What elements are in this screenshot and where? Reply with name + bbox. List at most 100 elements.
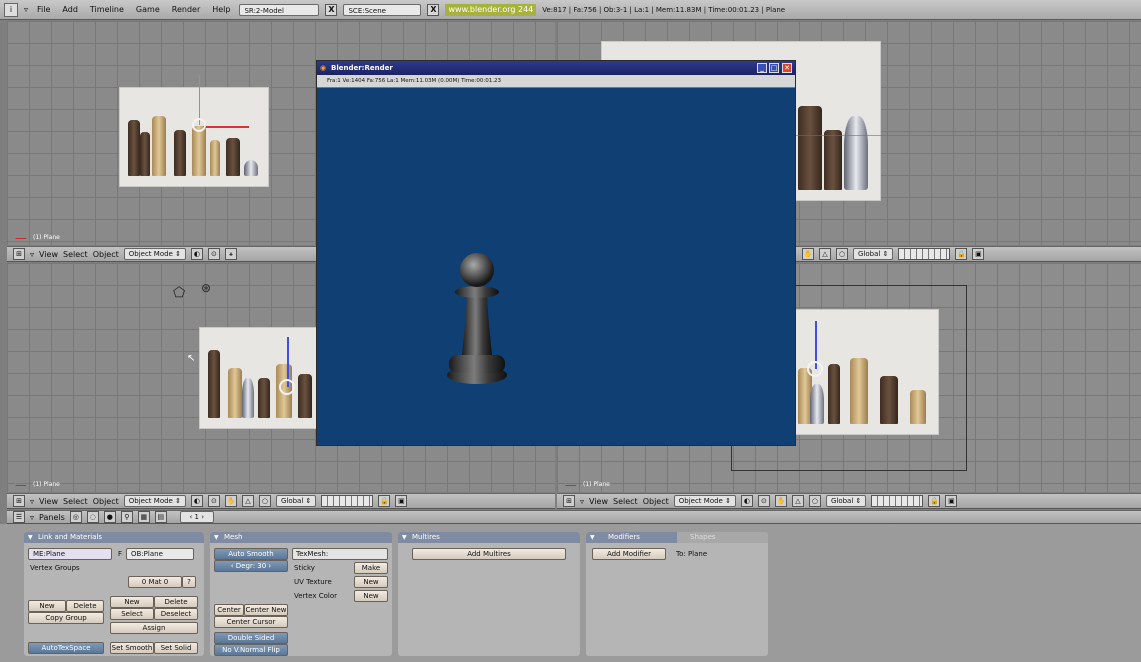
rotate-icon[interactable]: △ bbox=[241, 495, 254, 507]
select-menu[interactable]: Select bbox=[613, 497, 638, 506]
menu-collapse-icon[interactable]: ▿ bbox=[580, 497, 584, 506]
screen-selector[interactable]: SR:2-Model bbox=[239, 3, 320, 16]
object-name-field[interactable]: OB:Plane bbox=[126, 548, 194, 560]
3d-view-icon[interactable]: ⊞ bbox=[13, 248, 25, 260]
menu-game[interactable]: Game bbox=[133, 5, 163, 14]
transform-manipulator[interactable] bbox=[279, 379, 295, 395]
layer-buttons[interactable] bbox=[898, 248, 951, 260]
frame-number-field[interactable]: ‹ 1 › bbox=[179, 511, 214, 523]
scale-icon[interactable]: ○ bbox=[836, 248, 848, 260]
orientation-dropdown[interactable]: Global ⇕ bbox=[853, 248, 894, 260]
mode-dropdown[interactable]: Object Mode ⇕ bbox=[673, 495, 736, 507]
transform-manipulator[interactable] bbox=[807, 361, 823, 377]
double-sided-toggle[interactable]: Double Sided bbox=[214, 632, 288, 644]
hand-icon[interactable]: ✋ bbox=[224, 495, 237, 507]
menu-render[interactable]: Render bbox=[169, 5, 203, 14]
manipulator-icon[interactable]: ⚹ bbox=[224, 248, 237, 260]
pivot-icon[interactable]: ⊙ bbox=[757, 495, 770, 507]
view-menu[interactable]: View bbox=[39, 497, 58, 506]
hand-icon[interactable]: ✋ bbox=[774, 495, 787, 507]
material-index-field[interactable]: 0 Mat 0 bbox=[128, 576, 182, 588]
set-smooth-button[interactable]: Set Smooth bbox=[110, 642, 154, 654]
select-menu[interactable]: Select bbox=[63, 497, 88, 506]
menu-add[interactable]: Add bbox=[59, 5, 81, 14]
render-preview-icon[interactable]: ▣ bbox=[972, 248, 985, 260]
draw-type-icon[interactable]: ◐ bbox=[190, 248, 203, 260]
lock-icon[interactable]: 🔒 bbox=[955, 248, 968, 260]
scene-context-icon[interactable]: ▤ bbox=[154, 511, 167, 523]
rotate-icon[interactable]: △ bbox=[791, 495, 804, 507]
sticky-make-button[interactable]: Make bbox=[354, 562, 388, 574]
draw-type-icon[interactable]: ◐ bbox=[190, 495, 203, 507]
vertex-color-new-button[interactable]: New bbox=[354, 590, 388, 602]
uv-texture-new-button[interactable]: New bbox=[354, 576, 388, 588]
object-menu[interactable]: Object bbox=[93, 497, 119, 506]
center-cursor-button[interactable]: Center Cursor bbox=[214, 616, 288, 628]
scale-icon[interactable]: ○ bbox=[258, 495, 271, 507]
menu-collapse-icon[interactable]: ▿ bbox=[30, 513, 34, 522]
panels-menu[interactable]: Panels bbox=[39, 513, 65, 522]
autotexspace-toggle[interactable]: AutoTexSpace bbox=[28, 642, 104, 654]
editing-context-icon[interactable]: ▦ bbox=[137, 511, 150, 523]
close-icon[interactable]: ✕ bbox=[782, 63, 792, 73]
object-context-icon[interactable]: ⚲ bbox=[120, 511, 133, 523]
layer-buttons[interactable] bbox=[871, 495, 924, 507]
rotate-icon[interactable]: △ bbox=[819, 248, 831, 260]
object-menu[interactable]: Object bbox=[643, 497, 669, 506]
degr-slider[interactable]: ‹ Degr: 30 › bbox=[214, 560, 288, 572]
lock-icon[interactable]: 🔒 bbox=[378, 495, 391, 507]
texmesh-field[interactable]: TexMesh: bbox=[292, 548, 388, 560]
no-vnormal-flip-toggle[interactable]: No V.Normal Flip bbox=[214, 644, 288, 656]
select-menu[interactable]: Select bbox=[63, 250, 88, 259]
scale-icon[interactable]: ○ bbox=[808, 495, 821, 507]
material-deselect-button[interactable]: Deselect bbox=[154, 608, 198, 620]
logic-context-icon[interactable]: ◎ bbox=[69, 511, 82, 523]
menu-help[interactable]: Help bbox=[209, 5, 233, 14]
tab-modifiers[interactable]: Modifiers bbox=[608, 532, 640, 543]
material-help-button[interactable]: ? bbox=[182, 576, 196, 588]
layer-buttons[interactable] bbox=[321, 495, 374, 507]
panel-header[interactable]: Mesh bbox=[210, 532, 392, 543]
minimize-icon[interactable]: _ bbox=[757, 63, 767, 73]
menu-timeline[interactable]: Timeline bbox=[87, 5, 127, 14]
material-new-button[interactable]: New bbox=[110, 596, 154, 608]
orientation-dropdown[interactable]: Global ⇕ bbox=[275, 495, 317, 507]
panel-header[interactable]: Multires bbox=[398, 532, 580, 543]
menu-collapse-icon[interactable]: ▿ bbox=[30, 250, 34, 259]
center-button[interactable]: Center bbox=[214, 604, 244, 616]
tab-shapes[interactable]: Shapes bbox=[690, 532, 716, 543]
shading-context-icon[interactable]: ● bbox=[103, 511, 116, 523]
mesh-datablock-field[interactable]: ME:Plane bbox=[28, 548, 112, 560]
transform-manipulator[interactable] bbox=[192, 118, 206, 132]
mode-dropdown[interactable]: Object Mode ⇕ bbox=[123, 495, 186, 507]
add-modifier-button[interactable]: Add Modifier bbox=[592, 548, 666, 560]
material-assign-button[interactable]: Assign bbox=[110, 622, 198, 634]
scene-selector[interactable]: SCE:Scene bbox=[343, 3, 422, 16]
render-window[interactable]: ◉ Blender:Render _ □ ✕ Fra:1 Ve:1404 Fa:… bbox=[316, 60, 796, 446]
material-delete-button[interactable]: Delete bbox=[154, 596, 198, 608]
object-menu[interactable]: Object bbox=[93, 250, 119, 259]
vgroup-new-button[interactable]: New bbox=[28, 600, 66, 612]
blender-url[interactable]: www.blender.org 244 bbox=[445, 3, 537, 16]
3d-view-icon[interactable]: ⊞ bbox=[563, 495, 575, 507]
panel-header[interactable]: Link and Materials bbox=[24, 532, 204, 543]
maximize-icon[interactable]: □ bbox=[769, 63, 779, 73]
delete-scene-button[interactable]: X bbox=[427, 3, 440, 16]
set-solid-button[interactable]: Set Solid bbox=[154, 642, 198, 654]
add-multires-button[interactable]: Add Multires bbox=[412, 548, 566, 560]
info-window-icon[interactable]: i bbox=[4, 2, 18, 17]
view-menu[interactable]: View bbox=[39, 250, 58, 259]
pivot-icon[interactable]: ⊙ bbox=[207, 248, 220, 260]
3d-view-icon[interactable]: ⊞ bbox=[13, 495, 25, 507]
render-preview-icon[interactable]: ▣ bbox=[395, 495, 408, 507]
buttons-window-icon[interactable]: ☰ bbox=[13, 511, 25, 523]
script-context-icon[interactable]: ◌ bbox=[86, 511, 99, 523]
pivot-icon[interactable]: ⊙ bbox=[207, 495, 220, 507]
delete-screen-button[interactable]: X bbox=[325, 3, 338, 16]
auto-smooth-toggle[interactable]: Auto Smooth bbox=[214, 548, 288, 560]
lock-icon[interactable]: 🔒 bbox=[928, 495, 941, 507]
render-window-titlebar[interactable]: ◉ Blender:Render _ □ ✕ bbox=[317, 61, 795, 75]
vgroup-delete-button[interactable]: Delete bbox=[66, 600, 104, 612]
view-menu[interactable]: View bbox=[589, 497, 608, 506]
mode-dropdown[interactable]: Object Mode ⇕ bbox=[123, 248, 186, 260]
